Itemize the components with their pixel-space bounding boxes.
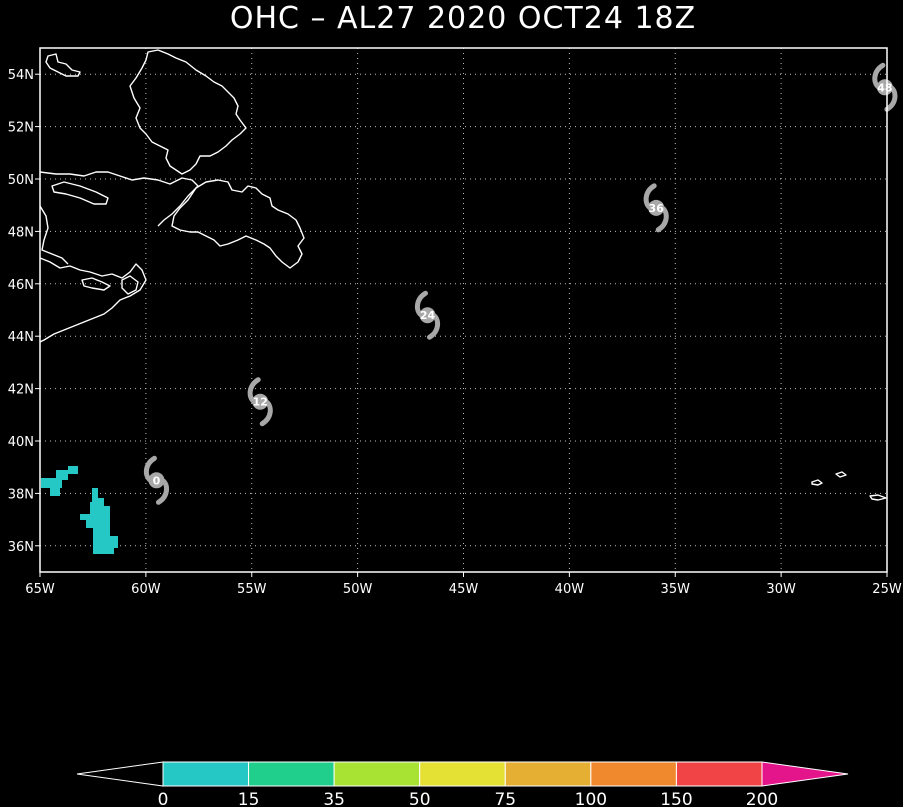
colorbar-label: 200 <box>746 790 778 807</box>
lat-tick-label: 38N <box>8 487 34 502</box>
colorbar-under-arrow <box>76 761 164 787</box>
colorbar-segment <box>504 761 592 787</box>
map-panel: 0 12 24 36 48 <box>39 47 898 573</box>
lon-tick-label: 25W <box>872 582 902 597</box>
colorbar-label: 0 <box>158 790 169 807</box>
lon-tick-label: 65W <box>25 582 55 597</box>
forecast-hour-label: 48 <box>877 81 892 94</box>
colorbar-segment <box>419 761 506 787</box>
lat-tick-label: 36N <box>8 540 34 555</box>
lon-tick-label: 45W <box>449 582 479 597</box>
lat-tick-label: 52N <box>8 121 34 136</box>
ohc-map-figure: OHC – AL27 2020 OCT24 18Z 012243648 65W … <box>8 1 902 807</box>
lat-tick-label: 44N <box>8 330 34 345</box>
lat-tick-label: 48N <box>8 225 34 240</box>
lon-tick-label: 35W <box>661 582 691 597</box>
colorbar-label: 100 <box>575 790 607 807</box>
lon-tick-label: 50W <box>343 582 373 597</box>
map-title: OHC – AL27 2020 OCT24 18Z <box>230 1 696 36</box>
lon-tick-label: 30W <box>766 582 796 597</box>
lon-tick-label: 55W <box>237 582 267 597</box>
colorbar-label: 150 <box>660 790 692 807</box>
colorbar-segment <box>675 761 763 787</box>
lon-tick-label: 60W <box>131 582 161 597</box>
forecast-hour-label: 36 <box>649 202 665 215</box>
forecast-hour-label: 0 <box>153 474 161 487</box>
lat-tick-label: 46N <box>8 278 34 293</box>
lat-tick-label: 54N <box>8 68 34 83</box>
lat-tick-label: 42N <box>8 383 34 398</box>
colorbar-over-arrow <box>761 761 849 787</box>
lat-tick-label: 40N <box>8 435 34 450</box>
colorbar-segment <box>333 761 421 787</box>
colorbar-label: 75 <box>494 790 516 807</box>
colorbar: 0 15 35 50 75 100 150 200 <box>76 761 849 807</box>
colorbar-label: 50 <box>409 790 431 807</box>
forecast-hour-label: 12 <box>253 396 268 409</box>
forecast-hour-label: 24 <box>420 309 436 322</box>
colorbar-segment <box>590 761 677 787</box>
colorbar-label: 15 <box>238 790 260 807</box>
colorbar-segment <box>248 761 335 787</box>
lon-tick-label: 40W <box>555 582 585 597</box>
colorbar-label: 35 <box>323 790 345 807</box>
lat-tick-label: 50N <box>8 173 34 188</box>
colorbar-segment <box>162 761 250 787</box>
